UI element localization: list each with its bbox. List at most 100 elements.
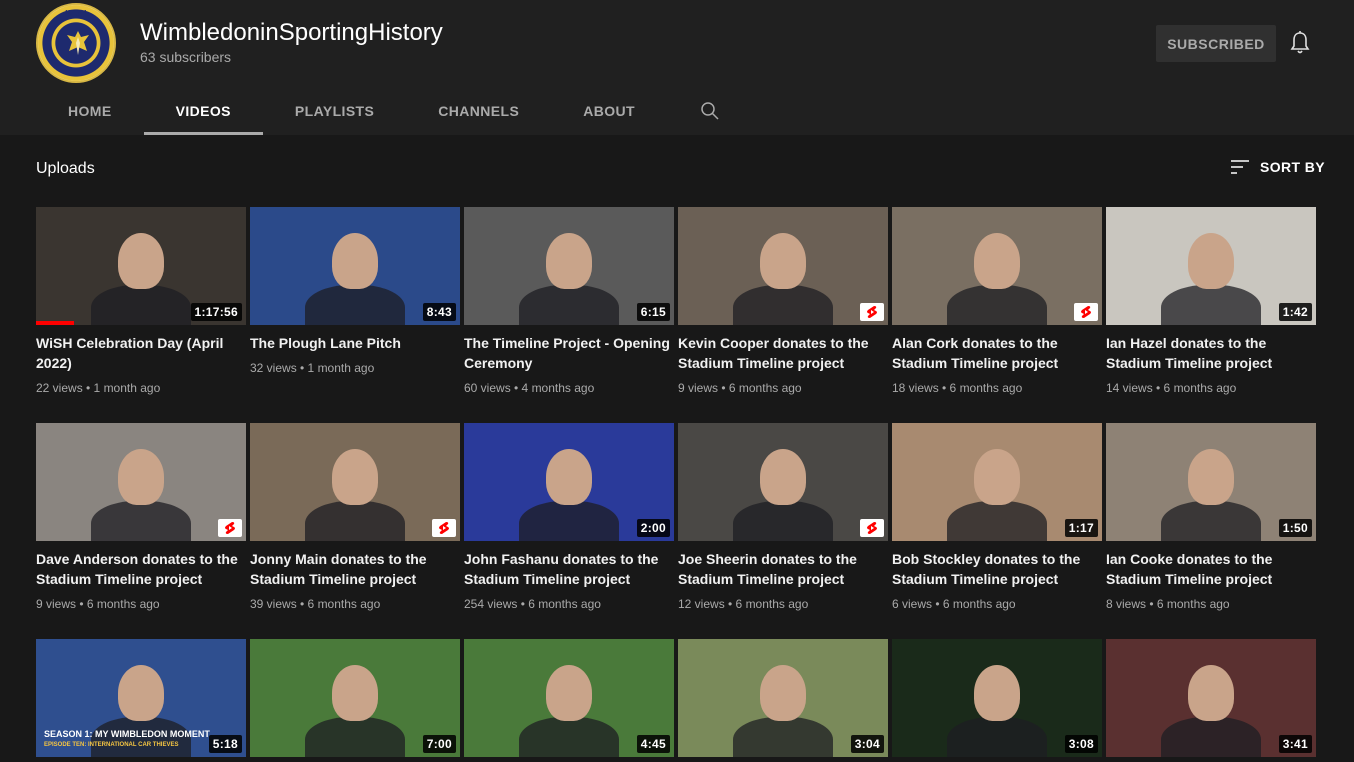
- video-title[interactable]: Jonny Main donates to the Stadium Timeli…: [250, 549, 460, 589]
- video-meta: 8 views • 6 months ago: [1106, 597, 1230, 611]
- video-card[interactable]: 1:17 Bob Stockley donates to the Stadium …: [892, 423, 1102, 611]
- video-duration: 2:00: [636, 519, 670, 537]
- channel-name[interactable]: WimbledoninSportingHistory: [140, 19, 443, 47]
- video-card[interactable]: 3:41: [1106, 639, 1316, 757]
- video-duration: 1:17:56: [190, 303, 242, 321]
- tab-playlists[interactable]: PLAYLISTS: [263, 86, 406, 135]
- tab-home[interactable]: HOME: [36, 86, 144, 135]
- video-duration: 4:45: [636, 735, 670, 753]
- video-meta: 39 views • 6 months ago: [250, 597, 381, 611]
- video-thumbnail[interactable]: 3:04: [678, 639, 888, 757]
- video-thumbnail[interactable]: [250, 423, 460, 541]
- video-thumbnail[interactable]: 1:42: [1106, 207, 1316, 325]
- video-thumbnail[interactable]: 1:50: [1106, 423, 1316, 541]
- sort-by-label: SORT BY: [1260, 159, 1326, 175]
- video-thumbnail[interactable]: 1:17:56: [36, 207, 246, 325]
- video-meta: 12 views • 6 months ago: [678, 597, 809, 611]
- video-thumbnail[interactable]: 3:41: [1106, 639, 1316, 757]
- video-card[interactable]: Joe Sheerin donates to the Stadium Timel…: [678, 423, 888, 611]
- video-thumbnail[interactable]: [678, 423, 888, 541]
- video-thumbnail[interactable]: 3:08: [892, 639, 1102, 757]
- thumbnail-overlay-subtext: EPISODE TEN: INTERNATIONAL CAR THIEVES: [44, 742, 179, 748]
- video-card[interactable]: 3:04: [678, 639, 888, 757]
- video-duration: 7:00: [422, 735, 456, 753]
- sort-by-button[interactable]: SORT BY: [1230, 159, 1325, 175]
- avatar-text: WiSH: [65, 9, 87, 18]
- video-title[interactable]: Ian Cooke donates to the Stadium Timelin…: [1106, 549, 1316, 589]
- sort-icon: [1231, 160, 1249, 174]
- tab-about[interactable]: ABOUT: [551, 86, 667, 135]
- video-card[interactable]: SEASON 1: MY WIMBLEDON MOMENT EPISODE TEN…: [36, 639, 246, 757]
- shorts-icon: [432, 519, 456, 537]
- video-title[interactable]: John Fashanu donates to the Stadium Time…: [464, 549, 674, 589]
- tab-channels[interactable]: CHANNELS: [406, 86, 551, 135]
- video-meta: 14 views • 6 months ago: [1106, 381, 1237, 395]
- video-thumbnail[interactable]: [678, 207, 888, 325]
- video-meta: 32 views • 1 month ago: [250, 361, 375, 375]
- thumbnail-image: [36, 423, 246, 541]
- video-thumbnail[interactable]: 2:00: [464, 423, 674, 541]
- video-meta: 6 views • 6 months ago: [892, 597, 1016, 611]
- tab-search[interactable]: [667, 86, 753, 135]
- video-card[interactable]: Kevin Cooper donates to the Stadium Time…: [678, 207, 888, 395]
- video-card[interactable]: Alan Cork donates to the Stadium Timelin…: [892, 207, 1102, 395]
- video-title[interactable]: WiSH Celebration Day (April 2022): [36, 333, 246, 373]
- video-title[interactable]: The Timeline Project - Opening Ceremony: [464, 333, 674, 373]
- video-duration: 3:08: [1064, 735, 1098, 753]
- thumbnail-image: [678, 423, 888, 541]
- video-thumbnail[interactable]: 4:45: [464, 639, 674, 757]
- video-thumbnail[interactable]: SEASON 1: MY WIMBLEDON MOMENT EPISODE TEN…: [36, 639, 246, 757]
- notification-bell-icon[interactable]: [1288, 30, 1312, 56]
- video-thumbnail[interactable]: 8:43: [250, 207, 460, 325]
- video-card[interactable]: Jonny Main donates to the Stadium Timeli…: [250, 423, 460, 611]
- video-title[interactable]: Alan Cork donates to the Stadium Timelin…: [892, 333, 1102, 373]
- shorts-icon: [1074, 303, 1098, 321]
- video-card[interactable]: 2:00 John Fashanu donates to the Stadium …: [464, 423, 674, 611]
- subscribed-button[interactable]: SUBSCRIBED: [1156, 25, 1276, 62]
- video-card[interactable]: 4:45: [464, 639, 674, 757]
- video-title[interactable]: The Plough Lane Pitch: [250, 333, 460, 353]
- thumbnail-image: [250, 423, 460, 541]
- video-card[interactable]: 7:00: [250, 639, 460, 757]
- video-thumbnail[interactable]: 1:17: [892, 423, 1102, 541]
- shorts-icon: [218, 519, 242, 537]
- video-title[interactable]: Kevin Cooper donates to the Stadium Time…: [678, 333, 888, 373]
- shorts-icon: [860, 303, 884, 321]
- video-card[interactable]: Dave Anderson donates to the Stadium Tim…: [36, 423, 246, 611]
- video-card[interactable]: 6:15 The Timeline Project - Opening Cerem…: [464, 207, 674, 395]
- video-card[interactable]: 1:42 Ian Hazel donates to the Stadium Tim…: [1106, 207, 1316, 395]
- search-icon: [701, 101, 719, 120]
- video-title[interactable]: Ian Hazel donates to the Stadium Timelin…: [1106, 333, 1316, 373]
- video-duration: 1:50: [1278, 519, 1312, 537]
- video-title[interactable]: Bob Stockley donates to the Stadium Time…: [892, 549, 1102, 589]
- tab-videos[interactable]: VIDEOS: [143, 86, 264, 135]
- video-meta: 254 views • 6 months ago: [464, 597, 601, 611]
- video-title[interactable]: Dave Anderson donates to the Stadium Tim…: [36, 549, 246, 589]
- thumbnail-image: [892, 207, 1102, 325]
- video-thumbnail[interactable]: 7:00: [250, 639, 460, 757]
- video-duration: 5:18: [208, 735, 242, 753]
- video-title[interactable]: Joe Sheerin donates to the Stadium Timel…: [678, 549, 888, 589]
- video-thumbnail[interactable]: [892, 207, 1102, 325]
- thumbnail-image: [678, 207, 888, 325]
- video-card[interactable]: 1:17:56 WiSH Celebration Day (April 2022)…: [36, 207, 246, 395]
- thumbnail-overlay-text: SEASON 1: MY WIMBLEDON MOMENT EPISODE TEN…: [44, 729, 210, 751]
- video-meta: 22 views • 1 month ago: [36, 381, 161, 395]
- channel-avatar[interactable]: WiSH: [36, 3, 116, 83]
- video-thumbnail[interactable]: [36, 423, 246, 541]
- video-thumbnail[interactable]: 6:15: [464, 207, 674, 325]
- uploads-heading[interactable]: Uploads: [36, 160, 95, 178]
- video-meta: 18 views • 6 months ago: [892, 381, 1023, 395]
- video-meta: 9 views • 6 months ago: [36, 597, 160, 611]
- video-duration: 1:17: [1064, 519, 1098, 537]
- video-card[interactable]: 8:43 The Plough Lane Pitch 32 views • 1 mo…: [250, 207, 460, 375]
- watch-progress-bar: [36, 321, 74, 325]
- channel-header: WiSH WimbledoninSportingHistory 63 subsc…: [0, 0, 1354, 135]
- video-meta: 60 views • 4 months ago: [464, 381, 595, 395]
- video-duration: 3:41: [1278, 735, 1312, 753]
- video-card[interactable]: 1:50 Ian Cooke donates to the Stadium Tim…: [1106, 423, 1316, 611]
- video-card[interactable]: 3:08: [892, 639, 1102, 757]
- video-duration: 8:43: [422, 303, 456, 321]
- shorts-icon: [860, 519, 884, 537]
- video-meta: 9 views • 6 months ago: [678, 381, 802, 395]
